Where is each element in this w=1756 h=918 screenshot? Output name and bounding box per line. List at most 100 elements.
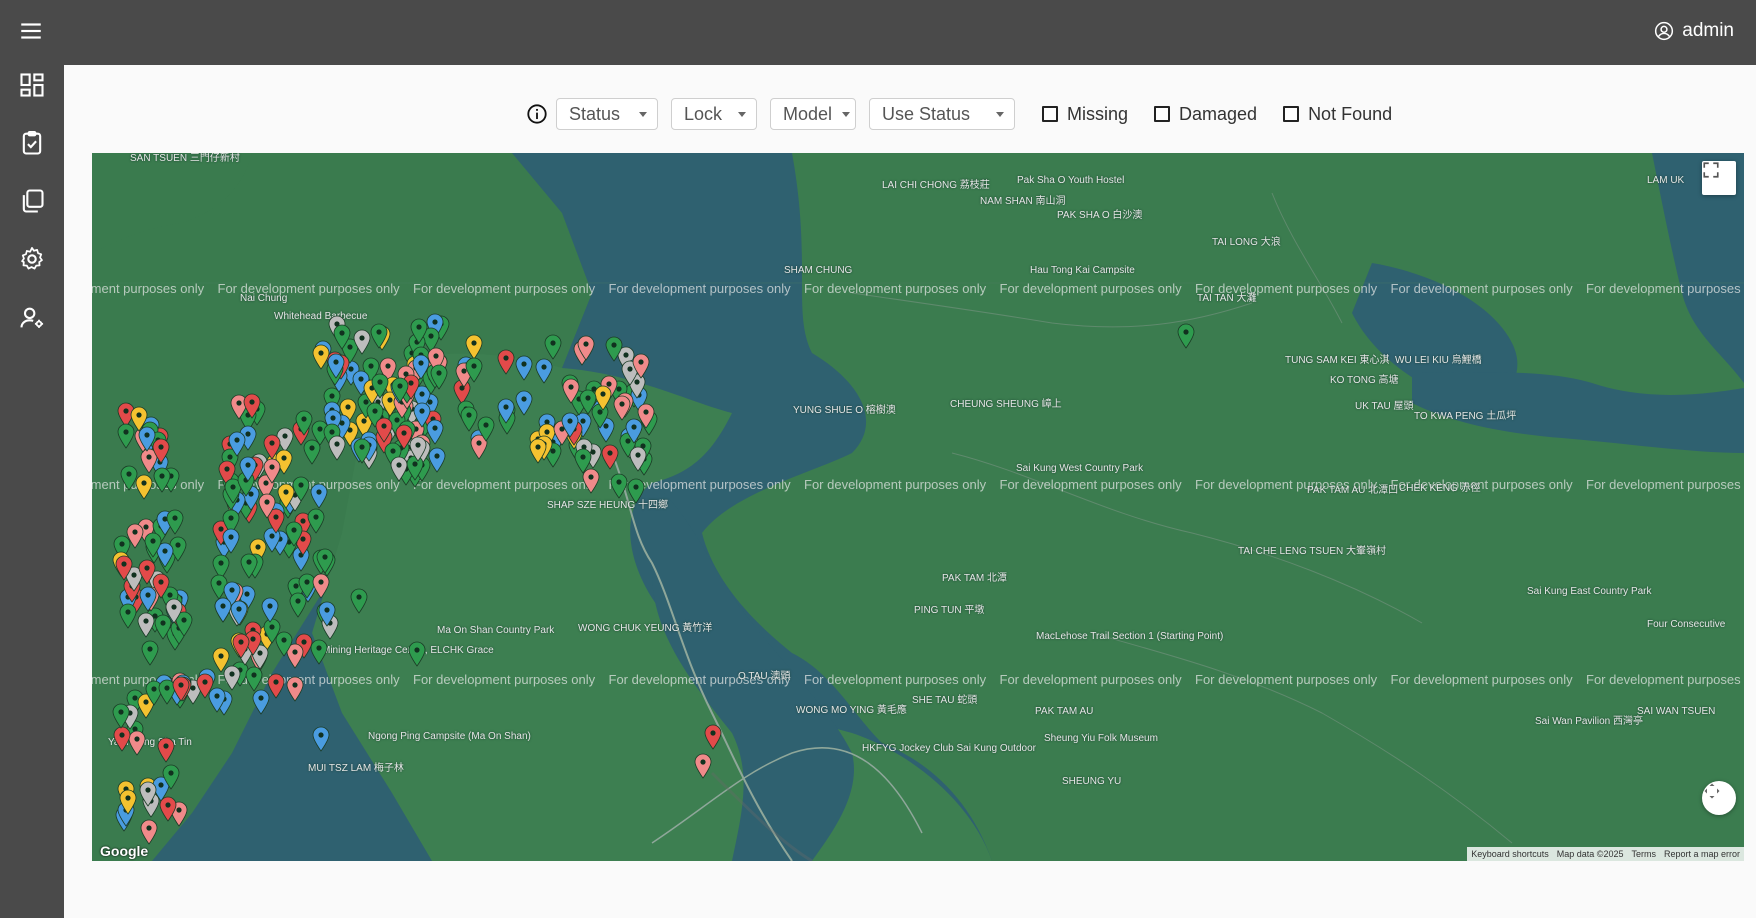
map-marker-icon[interactable] [152, 573, 170, 599]
map-marker-icon[interactable] [162, 764, 180, 790]
map-marker-icon[interactable] [172, 676, 190, 702]
menu-icon[interactable] [18, 18, 44, 44]
map-marker-icon[interactable] [408, 641, 426, 667]
map-marker-icon[interactable] [579, 389, 597, 416]
map-marker-icon[interactable] [295, 410, 313, 437]
map-marker-icon[interactable] [544, 334, 562, 360]
map-marker-icon[interactable] [152, 438, 170, 464]
map-marker-icon[interactable] [119, 789, 137, 815]
map-marker-icon[interactable] [412, 354, 430, 381]
task-check-icon[interactable] [18, 129, 46, 157]
map-marker-icon[interactable] [222, 528, 240, 554]
map-marker-icon[interactable] [515, 355, 533, 381]
map-marker-icon[interactable] [128, 730, 146, 756]
missing-checkbox[interactable]: Missing [1042, 104, 1128, 125]
map-marker-icon[interactable] [230, 600, 248, 626]
map-view[interactable]: For development purposes onlyFor develop… [92, 153, 1744, 861]
keyboard-shortcuts-link[interactable]: Keyboard shortcuts [1471, 849, 1549, 859]
fullscreen-button[interactable] [1702, 161, 1736, 195]
map-marker-icon[interactable] [353, 329, 371, 355]
map-marker-icon[interactable] [477, 416, 495, 442]
map-marker-icon[interactable] [333, 324, 351, 350]
map-marker-icon[interactable] [243, 393, 261, 419]
map-marker-icon[interactable] [157, 737, 175, 763]
map-marker-icon[interactable] [610, 473, 628, 499]
map-marker-icon[interactable] [535, 358, 553, 384]
map-marker-icon[interactable] [139, 781, 157, 807]
map-marker-icon[interactable] [153, 467, 171, 493]
lock-select[interactable]: Lock [671, 98, 757, 130]
map-marker-icon[interactable] [316, 548, 334, 574]
map-marker-icon[interactable] [263, 458, 281, 485]
map-marker-icon[interactable] [465, 357, 483, 384]
dashboard-icon[interactable] [18, 71, 46, 99]
terms-link[interactable]: Terms [1631, 849, 1656, 859]
map-marker-icon[interactable] [694, 753, 712, 779]
map-marker-icon[interactable] [371, 373, 389, 399]
map-marker-icon[interactable] [144, 532, 162, 558]
map-marker-icon[interactable] [312, 573, 330, 599]
map-marker-icon[interactable] [277, 483, 295, 509]
map-marker-icon[interactable] [318, 601, 336, 627]
map-marker-icon[interactable] [391, 377, 409, 403]
map-marker-icon[interactable] [113, 726, 131, 752]
map-marker-icon[interactable] [562, 378, 580, 404]
map-marker-icon[interactable] [627, 478, 645, 504]
map-marker-icon[interactable] [166, 509, 184, 536]
copy-icon[interactable] [18, 187, 46, 215]
map-marker-icon[interactable] [135, 474, 153, 500]
map-marker-icon[interactable] [240, 553, 258, 579]
checkbox-box[interactable] [1283, 106, 1300, 122]
map-marker-icon[interactable] [310, 483, 328, 509]
map-marker-icon[interactable] [115, 555, 133, 582]
map-marker-icon[interactable] [267, 673, 285, 699]
camera-control-button[interactable] [1702, 781, 1736, 815]
map-marker-icon[interactable] [112, 703, 130, 729]
map-marker-icon[interactable] [312, 726, 330, 752]
map-marker-icon[interactable] [261, 597, 279, 623]
checkbox-box[interactable] [1042, 106, 1058, 122]
map-marker-icon[interactable] [704, 724, 722, 750]
map-marker-icon[interactable] [208, 687, 226, 713]
checkbox-box[interactable] [1154, 106, 1171, 122]
status-select[interactable]: Status [556, 98, 658, 130]
map-marker-icon[interactable] [328, 435, 346, 462]
map-marker-icon[interactable] [529, 438, 547, 464]
map-marker-icon[interactable] [327, 353, 345, 379]
map-marker-icon[interactable] [353, 438, 371, 464]
map-marker-icon[interactable] [350, 588, 368, 614]
map-marker-icon[interactable] [601, 444, 619, 470]
map-marker-icon[interactable] [232, 633, 250, 659]
map-marker-icon[interactable] [141, 640, 159, 666]
map-marker-icon[interactable] [390, 456, 408, 482]
map-marker-icon[interactable] [410, 318, 428, 344]
user-menu[interactable]: admin [1654, 20, 1734, 42]
report-error-link[interactable]: Report a map error [1664, 849, 1740, 859]
map-marker-icon[interactable] [289, 592, 307, 618]
map-marker-icon[interactable] [1177, 323, 1195, 349]
map-marker-icon[interactable] [395, 424, 413, 450]
not-found-checkbox[interactable]: Not Found [1283, 104, 1392, 125]
map-marker-icon[interactable] [228, 431, 246, 457]
map-marker-icon[interactable] [605, 336, 623, 363]
map-marker-icon[interactable] [159, 796, 177, 822]
map-marker-icon[interactable] [460, 406, 478, 433]
map-marker-icon[interactable] [126, 523, 144, 549]
map-marker-icon[interactable] [119, 603, 137, 630]
map-marker-icon[interactable] [465, 334, 483, 360]
map-marker-icon[interactable] [239, 456, 257, 482]
google-logo[interactable]: Google [100, 843, 148, 859]
model-select[interactable]: Model [770, 98, 856, 130]
info-icon[interactable] [526, 103, 548, 125]
map-marker-icon[interactable] [286, 676, 304, 702]
map-marker-icon[interactable] [165, 598, 183, 624]
damaged-checkbox[interactable]: Damaged [1154, 104, 1257, 125]
map-marker-icon[interactable] [629, 446, 647, 472]
map-marker-icon[interactable] [413, 402, 431, 428]
map-marker-icon[interactable] [497, 398, 515, 424]
map-marker-icon[interactable] [430, 364, 448, 390]
map-marker-icon[interactable] [577, 335, 595, 362]
user-settings-icon[interactable] [18, 304, 46, 332]
map-marker-icon[interactable] [497, 349, 515, 376]
map-marker-icon[interactable] [637, 403, 655, 429]
